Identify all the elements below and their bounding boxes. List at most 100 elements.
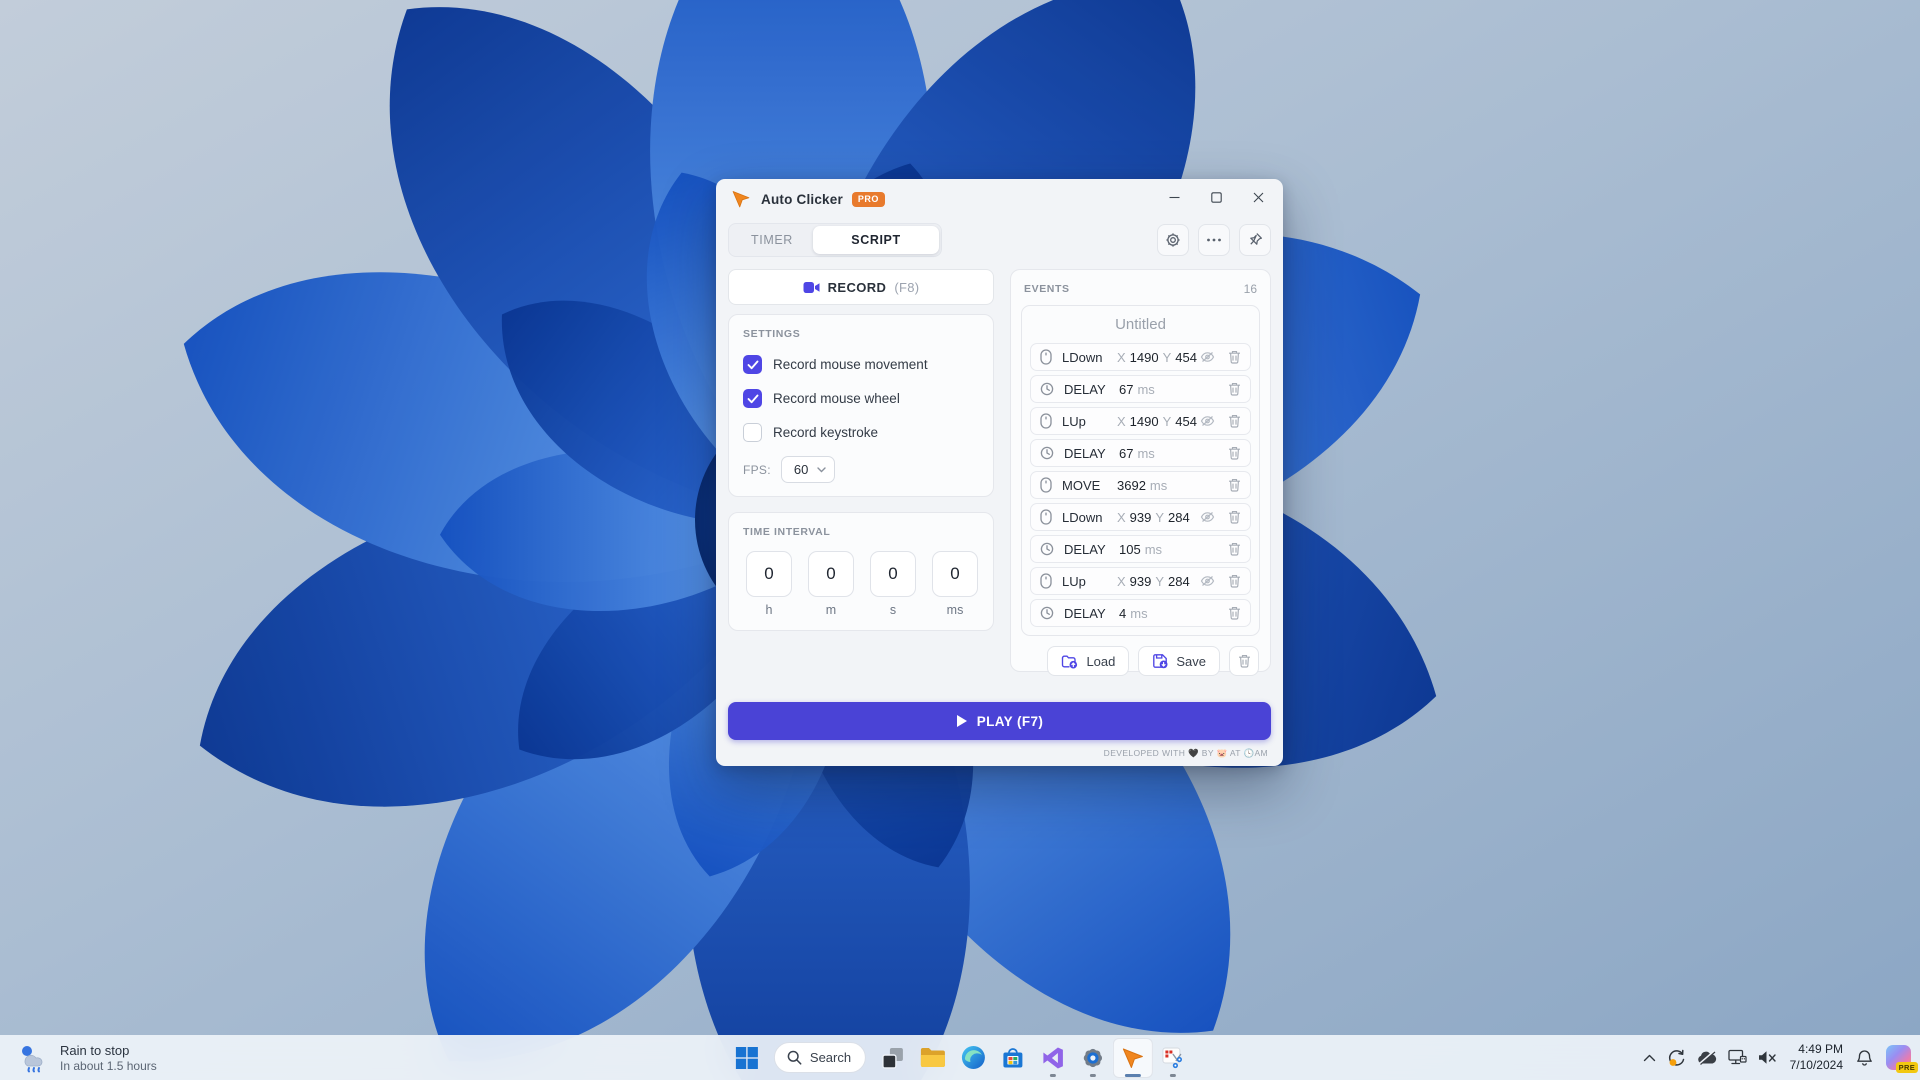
more-options-button[interactable] (1198, 224, 1230, 256)
save-label: Save (1176, 654, 1206, 669)
snipping-tool-button[interactable] (1153, 1038, 1193, 1078)
checkbox-row-keystroke[interactable]: Record keystroke (743, 423, 979, 442)
event-row[interactable]: LUp X1490Y454 (1030, 407, 1251, 435)
trash-icon (1238, 654, 1251, 668)
event-row[interactable]: LUp X939Y284 (1030, 567, 1251, 595)
events-count: 16 (1244, 282, 1257, 296)
visual-studio-button[interactable] (1033, 1038, 1073, 1078)
event-row[interactable]: DELAY 105ms (1030, 535, 1251, 563)
seconds-field[interactable] (870, 551, 916, 597)
clock-widget[interactable]: 4:49 PM 7/10/2024 (1790, 1042, 1843, 1073)
hours-field[interactable] (746, 551, 792, 597)
save-button[interactable]: Save (1138, 646, 1220, 676)
clock-icon (1040, 382, 1054, 396)
maximize-button[interactable] (1195, 181, 1237, 213)
event-type: LDown (1062, 350, 1117, 365)
load-button[interactable]: Load (1047, 646, 1129, 676)
minutes-field[interactable] (808, 551, 854, 597)
close-button[interactable] (1237, 181, 1279, 213)
microsoft-store-button[interactable] (993, 1038, 1033, 1078)
checkbox-row-mouse-wheel[interactable]: Record mouse wheel (743, 389, 979, 408)
settings-button[interactable] (1157, 224, 1189, 256)
clock-icon (1040, 446, 1054, 460)
mouse-icon (1040, 477, 1052, 493)
task-view-button[interactable] (873, 1038, 913, 1078)
tab-script[interactable]: SCRIPT (813, 226, 939, 254)
trash-icon[interactable] (1228, 606, 1241, 620)
trash-icon[interactable] (1228, 446, 1241, 460)
event-row[interactable]: DELAY 4ms (1030, 599, 1251, 627)
pin-button[interactable] (1239, 224, 1271, 256)
trash-icon[interactable] (1228, 510, 1241, 524)
edge-button[interactable] (953, 1038, 993, 1078)
event-type: DELAY (1064, 606, 1119, 621)
copilot-pre-badge: PRE (1896, 1062, 1918, 1073)
hours-unit-label: h (746, 603, 792, 617)
volume-muted-icon (1758, 1050, 1777, 1065)
event-row[interactable]: DELAY 67ms (1030, 375, 1251, 403)
event-row[interactable]: MOVE 3692ms (1030, 471, 1251, 499)
volume-tray-button[interactable] (1758, 1050, 1777, 1065)
trash-icon[interactable] (1228, 350, 1241, 364)
clear-events-button[interactable] (1229, 646, 1259, 676)
coord-y-label: Y (1163, 414, 1172, 429)
trash-icon[interactable] (1228, 414, 1241, 428)
network-tray-button[interactable] (1728, 1049, 1747, 1066)
eye-off-icon[interactable] (1200, 415, 1215, 427)
weather-widget[interactable]: Rain to stop In about 1.5 hours (10, 1039, 165, 1076)
event-row[interactable]: LDown X939Y284 (1030, 503, 1251, 531)
checkbox-label: Record mouse wheel (773, 391, 900, 406)
event-row[interactable]: DELAY 67ms (1030, 439, 1251, 467)
fps-select[interactable]: 60 (781, 456, 835, 483)
milliseconds-field[interactable] (932, 551, 978, 597)
script-name[interactable]: Untitled (1030, 313, 1251, 339)
eye-off-icon[interactable] (1200, 575, 1215, 587)
minimize-button[interactable] (1153, 181, 1195, 213)
file-explorer-button[interactable] (913, 1038, 953, 1078)
event-type: DELAY (1064, 542, 1119, 557)
fps-label: FPS: (743, 463, 771, 477)
windows-update-tray-button[interactable] (1667, 1048, 1686, 1067)
tab-script-label: SCRIPT (851, 233, 900, 247)
delay-value: 67 (1119, 382, 1133, 397)
active-indicator (1125, 1074, 1141, 1077)
tray-overflow-button[interactable] (1643, 1054, 1656, 1062)
start-button[interactable] (727, 1038, 767, 1078)
sync-update-icon (1667, 1048, 1686, 1067)
tab-timer[interactable]: TIMER (731, 226, 813, 254)
event-row[interactable]: LDown X1490Y454 (1030, 343, 1251, 371)
taskbar-search[interactable]: Search (774, 1042, 866, 1073)
copilot-button[interactable]: PRE (1886, 1045, 1911, 1070)
events-heading: EVENTS (1024, 283, 1070, 295)
checkbox-checked[interactable] (743, 355, 762, 374)
checkbox-row-mouse-movement[interactable]: Record mouse movement (743, 355, 979, 374)
file-explorer-icon (920, 1047, 946, 1069)
delay-value: 67 (1119, 446, 1133, 461)
titlebar[interactable]: Auto Clicker PRO (716, 179, 1283, 219)
task-view-icon (881, 1046, 905, 1070)
trash-icon[interactable] (1228, 542, 1241, 556)
notification-center-button[interactable] (1856, 1049, 1873, 1067)
checkbox-unchecked[interactable] (743, 423, 762, 442)
eye-off-icon[interactable] (1200, 511, 1215, 523)
event-type: DELAY (1064, 382, 1119, 397)
events-panel: EVENTS 16 Untitled LDown X1490Y454 (1010, 269, 1271, 672)
check-icon (747, 394, 759, 404)
auto-clicker-taskbar-button[interactable] (1113, 1038, 1153, 1078)
milliseconds-unit-label: ms (932, 603, 978, 617)
settings-app-button[interactable] (1073, 1038, 1113, 1078)
trash-icon[interactable] (1228, 382, 1241, 396)
checkbox-checked[interactable] (743, 389, 762, 408)
minimize-icon (1169, 192, 1180, 203)
event-type: LUp (1062, 414, 1117, 429)
coord-x-value: 1490 (1130, 350, 1159, 365)
eye-off-icon[interactable] (1200, 351, 1215, 363)
ellipsis-icon (1206, 238, 1222, 242)
record-button[interactable]: RECORD (F8) (728, 269, 994, 305)
trash-icon[interactable] (1228, 478, 1241, 492)
record-hotkey: (F8) (894, 280, 919, 295)
coord-y-label: Y (1155, 574, 1164, 589)
trash-icon[interactable] (1228, 574, 1241, 588)
play-button[interactable]: PLAY (F7) (728, 702, 1271, 740)
onedrive-tray-button[interactable] (1697, 1050, 1717, 1065)
